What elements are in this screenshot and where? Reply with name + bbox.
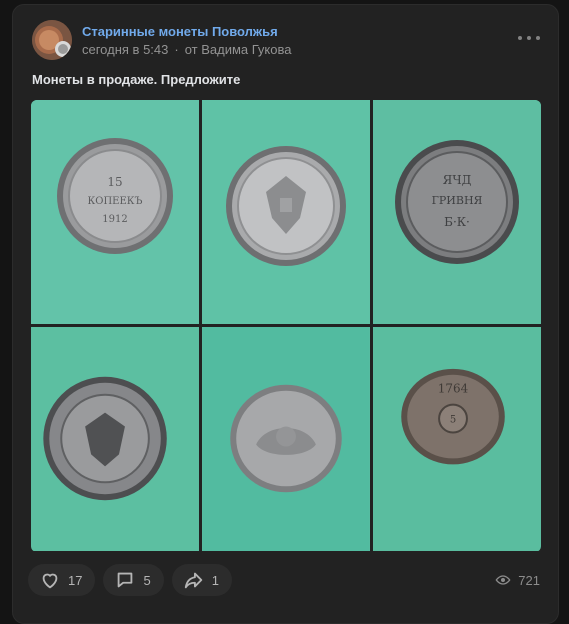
meta-separator: ·	[174, 42, 179, 57]
post-actions: 17 5 1	[28, 564, 232, 596]
photo-gallery: 15 КОПЕЕКЪ 1912 ЯЧД ГРИВНЯ Б·К· 1764 5	[31, 100, 541, 552]
photo-5[interactable]	[202, 327, 370, 551]
photo-2[interactable]	[202, 100, 370, 324]
heart-icon	[42, 573, 58, 589]
shares-count: 1	[211, 572, 219, 588]
svg-text:ГРИВНЯ: ГРИВНЯ	[432, 194, 483, 207]
share-icon	[184, 572, 202, 589]
likes-count: 17	[68, 572, 83, 588]
views-count: 721	[518, 572, 540, 588]
more-icon[interactable]	[518, 30, 540, 46]
svg-text:1912: 1912	[102, 214, 127, 225]
eye-icon	[495, 575, 511, 585]
svg-text:Б·К·: Б·К·	[444, 215, 470, 229]
photo-6[interactable]: 1764 5	[373, 327, 541, 551]
views-counter: 721	[495, 572, 540, 588]
post-date[interactable]: сегодня в 5:43	[82, 42, 168, 57]
svg-text:5: 5	[450, 415, 456, 426]
comment-button[interactable]: 5	[103, 564, 164, 596]
photo-1[interactable]: 15 КОПЕЕКЪ 1912	[31, 100, 199, 324]
photo-4[interactable]	[31, 327, 199, 551]
svg-text:15: 15	[107, 175, 122, 189]
svg-text:ЯЧД: ЯЧД	[443, 173, 472, 187]
photo-3[interactable]: ЯЧД ГРИВНЯ Б·К·	[373, 100, 541, 324]
group-avatar[interactable]	[32, 20, 72, 60]
share-button[interactable]: 1	[171, 564, 232, 596]
like-button[interactable]: 17	[28, 564, 96, 596]
svg-text:КОПЕЕКЪ: КОПЕЕКЪ	[88, 196, 143, 207]
post-author[interactable]: от Вадима Гукова	[185, 42, 292, 57]
group-name[interactable]: Старинные монеты Поволжья	[82, 24, 278, 39]
post-meta: сегодня в 5:43 · от Вадима Гукова	[82, 42, 291, 57]
post-text: Монеты в продаже. Предложите	[32, 72, 241, 87]
post-card: Старинные монеты Поволжья сегодня в 5:43…	[12, 4, 559, 624]
comments-count: 5	[143, 572, 151, 588]
svg-text:1764: 1764	[438, 382, 468, 396]
comment-icon	[118, 572, 133, 588]
